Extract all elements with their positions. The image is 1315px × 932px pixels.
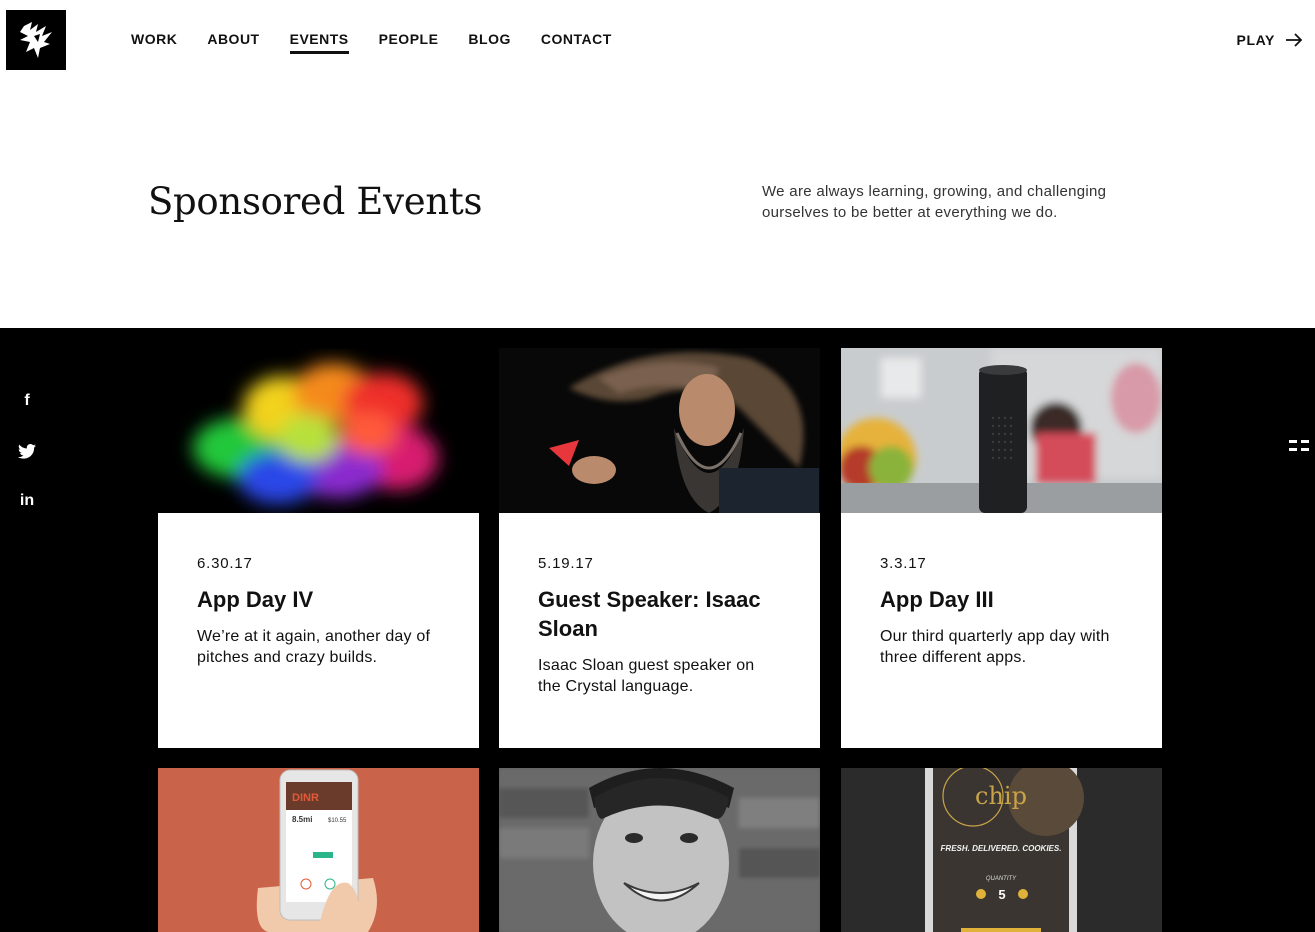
play-button[interactable]: PLAY xyxy=(1237,32,1303,48)
dinr-amount: $10.55 xyxy=(328,818,347,824)
brush-logo-icon xyxy=(20,22,52,58)
event-description: Isaac Sloan guest speaker on the Crystal… xyxy=(538,657,755,695)
speaker-portrait-image xyxy=(499,348,820,513)
chip-tagline: FRESH. DELIVERED. COOKIES. xyxy=(941,844,1062,853)
event-card-body: 5.19.17 Guest Speaker: Isaac Sloan Isaac… xyxy=(499,513,820,748)
event-card[interactable]: 3.3.17 App Day III Our third quarterly a… xyxy=(841,348,1162,748)
event-date: 5.19.17 xyxy=(538,555,594,572)
nav-about[interactable]: ABOUT xyxy=(207,31,259,54)
event-date: 3.3.17 xyxy=(880,555,927,572)
twitter-bird-icon xyxy=(18,443,36,459)
event-description: We’re at it again, another day of pitche… xyxy=(197,628,431,666)
colorful-smoke-image xyxy=(158,348,479,513)
arrow-right-icon xyxy=(1286,33,1303,47)
main-nav: WORK ABOUT EVENTS PEOPLE BLOG CONTACT xyxy=(131,31,642,54)
event-card-body: 3.3.17 App Day III Our third quarterly a… xyxy=(841,513,1162,748)
social-links: f in xyxy=(16,390,38,512)
facebook-glyph: f xyxy=(24,392,30,409)
event-image-echo xyxy=(841,348,1162,513)
grid-view-icon[interactable] xyxy=(1289,440,1309,454)
event-title[interactable]: App Day IV xyxy=(197,585,440,614)
event-image-smoke xyxy=(158,348,479,513)
nav-events[interactable]: EVENTS xyxy=(289,31,349,54)
chip-quantity: 5 xyxy=(998,887,1005,902)
linkedin-glyph: in xyxy=(19,492,35,509)
page-description: We are always learning, growing, and cha… xyxy=(762,183,1107,221)
page-title: Sponsored Events xyxy=(148,180,483,223)
dinr-distance: 8.5mi xyxy=(292,815,312,824)
event-card[interactable]: chip FRESH. DELIVERED. COOKIES. QUANTITY… xyxy=(841,768,1162,932)
event-date: 6.30.17 xyxy=(197,555,253,572)
event-card[interactable] xyxy=(499,768,820,932)
facebook-icon[interactable]: f xyxy=(16,390,38,412)
chip-app-phone-image: chip FRESH. DELIVERED. COOKIES. QUANTITY… xyxy=(841,768,1162,932)
event-description: Our third quarterly app day with three d… xyxy=(880,628,1110,666)
nav-people[interactable]: PEOPLE xyxy=(379,31,439,54)
smart-speaker-image xyxy=(841,348,1162,513)
play-label: PLAY xyxy=(1236,32,1275,48)
nav-blog[interactable]: BLOG xyxy=(468,31,510,54)
twitter-icon[interactable] xyxy=(16,440,38,462)
dinr-app-phone-image: DINR 8.5mi $10.55 xyxy=(158,768,479,932)
event-title[interactable]: App Day III xyxy=(880,585,1123,614)
event-image-speaker xyxy=(499,348,820,513)
event-card[interactable]: 5.19.17 Guest Speaker: Isaac Sloan Isaac… xyxy=(499,348,820,748)
event-card[interactable]: DINR 8.5mi $10.55 xyxy=(158,768,479,932)
event-card[interactable]: 6.30.17 App Day IV We’re at it again, an… xyxy=(158,348,479,748)
chip-quantity-label: QUANTITY xyxy=(986,876,1017,882)
smiling-man-portrait-image xyxy=(499,768,820,932)
event-card-body: 6.30.17 App Day IV We’re at it again, an… xyxy=(158,513,479,748)
linkedin-icon[interactable]: in xyxy=(16,490,38,512)
nav-contact[interactable]: CONTACT xyxy=(541,31,612,54)
nav-work[interactable]: WORK xyxy=(131,31,177,54)
dinr-brand: DINR xyxy=(292,792,319,804)
chip-brand: chip xyxy=(975,782,1027,810)
event-title[interactable]: Guest Speaker: Isaac Sloan xyxy=(538,585,781,643)
company-logo[interactable] xyxy=(6,10,66,70)
